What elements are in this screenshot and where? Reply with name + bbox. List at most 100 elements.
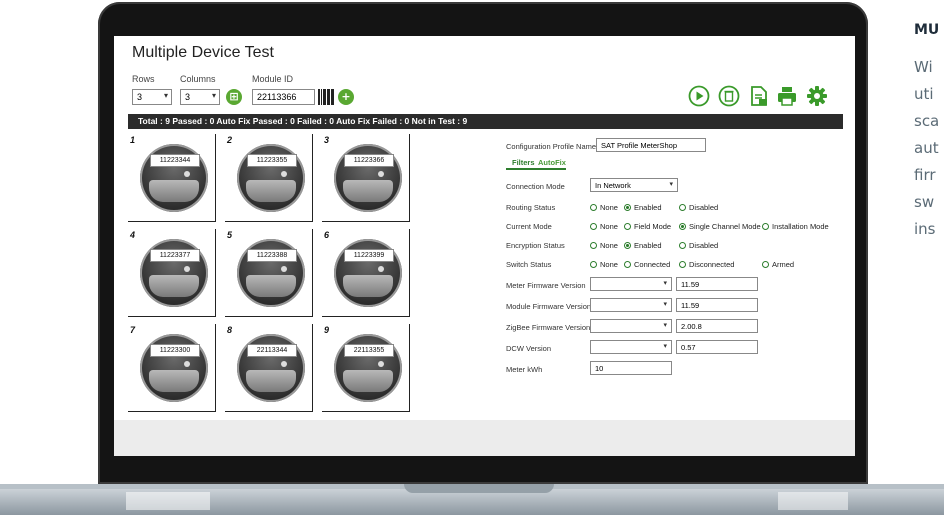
connection-mode-select[interactable]: In Network ▾	[590, 178, 678, 192]
rows-value: 3	[137, 92, 143, 102]
dcw-version-input[interactable]: 0.57	[676, 340, 758, 354]
dcw-version-select[interactable]: ▾	[590, 340, 672, 354]
switch-connected-radio[interactable]: Connected	[624, 260, 670, 269]
meter-firmware-input[interactable]: 11.59	[676, 277, 758, 291]
laptop-notch	[404, 484, 554, 493]
device-tile[interactable]: 5 11223388	[225, 229, 313, 317]
side-text-line: uti	[914, 85, 934, 103]
device-number: 2	[227, 135, 233, 145]
export-icon[interactable]	[748, 85, 770, 107]
summary-bar: Total : 9 Passed : 0 Auto Fix Passed : 0…	[128, 114, 843, 129]
meter-kwh-label: Meter kWh	[506, 365, 543, 374]
meter-icon: 11223388	[237, 239, 305, 307]
columns-select[interactable]: 3 ▾	[180, 89, 220, 105]
app-screen: Multiple Device Test Rows Columns Module…	[114, 36, 855, 456]
meter-icon: 11223366	[334, 144, 402, 212]
device-tile[interactable]: 6 11223399	[322, 229, 410, 317]
module-id-input[interactable]: 22113366	[252, 89, 315, 105]
meter-face	[343, 180, 393, 202]
meter-icon: 11223355	[237, 144, 305, 212]
switch-none-radio[interactable]: None	[590, 260, 618, 269]
module-firmware-input[interactable]: 11.59	[676, 298, 758, 312]
side-text-line: aut	[914, 139, 939, 157]
current-mode-installation-radio[interactable]: Installation Mode	[762, 222, 829, 231]
connection-mode-label: Connection Mode	[506, 182, 565, 191]
device-id-label: 11223300	[150, 344, 200, 357]
device-tile[interactable]: 8 22113344	[225, 324, 313, 412]
switch-disconnected-radio[interactable]: Disconnected	[679, 260, 734, 269]
meter-icon: 11223399	[334, 239, 402, 307]
play-icon[interactable]	[688, 85, 710, 107]
grid-icon[interactable]: ⊞	[226, 89, 242, 105]
meter-icon: 11223300	[140, 334, 208, 402]
chevron-down-icon: ▾	[669, 181, 673, 188]
columns-value: 3	[185, 92, 191, 102]
meter-firmware-label: Meter Firmware Version	[506, 281, 586, 290]
switch-armed-radio[interactable]: Armed	[762, 260, 794, 269]
current-mode-label: Current Mode	[506, 222, 552, 231]
encryption-enabled-radio[interactable]: Enabled	[624, 241, 662, 250]
tab-autofix[interactable]: AutoFix	[538, 158, 566, 167]
meter-firmware-select[interactable]: ▾	[590, 277, 672, 291]
current-mode-single-channel-radio[interactable]: Single Channel Mode	[679, 222, 761, 231]
current-mode-field-radio[interactable]: Field Mode	[624, 222, 671, 231]
meter-indicator	[184, 171, 190, 177]
side-text-line: sw	[914, 193, 935, 211]
meter-indicator	[378, 171, 384, 177]
device-tile[interactable]: 2 11223355	[225, 134, 313, 222]
routing-disabled-radio[interactable]: Disabled	[679, 203, 718, 212]
device-id-label: 22113355	[344, 344, 394, 357]
meter-indicator	[281, 171, 287, 177]
chevron-down-icon: ▾	[211, 91, 216, 100]
current-mode-none-radio[interactable]: None	[590, 222, 618, 231]
device-number: 9	[324, 325, 330, 335]
profile-input[interactable]: SAT Profile MeterShop	[596, 138, 706, 152]
dcw-version-label: DCW Version	[506, 344, 552, 353]
module-id-label: Module ID	[252, 74, 294, 84]
encryption-none-radio[interactable]: None	[590, 241, 618, 250]
print-icon[interactable]	[776, 85, 798, 107]
rows-select[interactable]: 3 ▾	[132, 89, 172, 105]
zigbee-firmware-select[interactable]: ▾	[590, 319, 672, 333]
meter-kwh-input[interactable]: 10	[590, 361, 672, 375]
tab-underline	[506, 168, 566, 170]
base-glare	[778, 492, 848, 510]
zigbee-firmware-input[interactable]: 2.00.8	[676, 319, 758, 333]
device-tile[interactable]: 4 11223377	[128, 229, 216, 317]
barcode-icon[interactable]	[318, 89, 334, 105]
device-number: 8	[227, 325, 233, 335]
device-number: 1	[130, 135, 136, 145]
meter-face	[246, 370, 296, 392]
device-number: 4	[130, 230, 136, 240]
device-id-label: 11223377	[150, 249, 200, 262]
device-tile[interactable]: 1 11223344	[128, 134, 216, 222]
add-icon[interactable]: +	[338, 89, 354, 105]
rows-label: Rows	[132, 74, 155, 84]
columns-label: Columns	[180, 74, 216, 84]
meter-face	[343, 370, 393, 392]
device-number: 3	[324, 135, 330, 145]
device-id-label: 11223355	[247, 154, 297, 167]
device-tile[interactable]: 3 11223366	[322, 134, 410, 222]
side-heading: MU	[914, 22, 940, 38]
device-tile[interactable]: 9 22113355	[322, 324, 410, 412]
encryption-status-label: Encryption Status	[506, 241, 565, 250]
screen-footer	[114, 420, 855, 456]
meter-face	[149, 180, 199, 202]
routing-none-radio[interactable]: None	[590, 203, 618, 212]
chevron-down-icon: ▾	[663, 343, 667, 350]
page-title: Multiple Device Test	[132, 44, 274, 61]
tab-filters[interactable]: Filters	[512, 158, 535, 167]
meter-icon: 22113355	[334, 334, 402, 402]
device-tile[interactable]: 7 11223300	[128, 324, 216, 412]
connection-mode-value: In Network	[595, 181, 631, 190]
delete-icon[interactable]	[718, 85, 740, 107]
device-id-label: 11223388	[247, 249, 297, 262]
meter-indicator	[184, 361, 190, 367]
module-firmware-select[interactable]: ▾	[590, 298, 672, 312]
routing-enabled-radio[interactable]: Enabled	[624, 203, 662, 212]
meter-face	[343, 275, 393, 297]
settings-icon[interactable]	[806, 85, 828, 107]
meter-icon: 11223377	[140, 239, 208, 307]
encryption-disabled-radio[interactable]: Disabled	[679, 241, 718, 250]
